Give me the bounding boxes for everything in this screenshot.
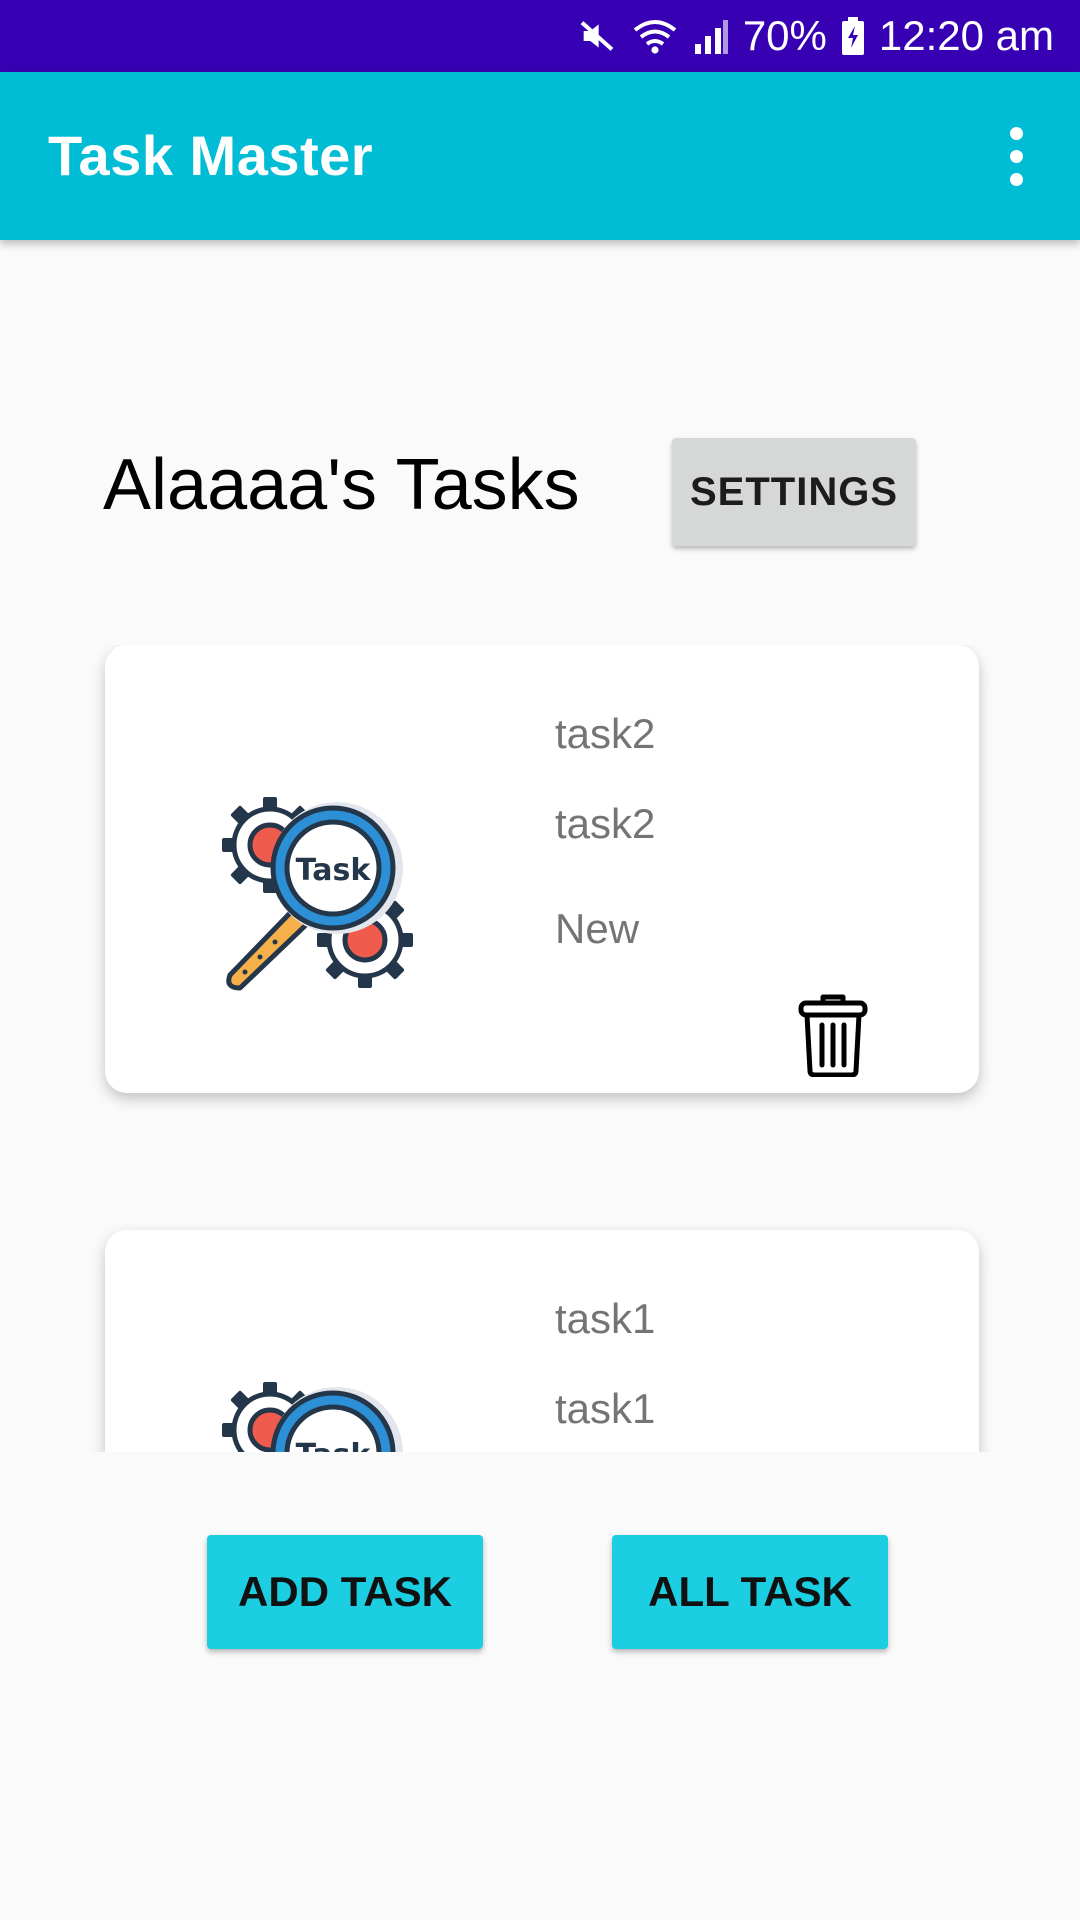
- settings-button[interactable]: SETTINGS: [672, 438, 916, 546]
- all-task-button[interactable]: ALL TASK: [612, 1535, 888, 1649]
- overflow-menu-icon[interactable]: [976, 116, 1056, 196]
- battery-charging-icon: [841, 16, 865, 56]
- wifi-icon: [631, 16, 679, 56]
- task-body: task1: [555, 1385, 656, 1432]
- task-card[interactable]: Task task1 task1: [105, 1230, 979, 1452]
- status-bar: 70% 12:20 am: [0, 0, 1080, 72]
- task-search-gears-icon: Task: [222, 1382, 403, 1452]
- delete-trash-icon[interactable]: [795, 993, 871, 1077]
- app-title: Task Master: [48, 124, 374, 187]
- task-title: task2: [555, 710, 656, 757]
- battery-percent: 70%: [742, 12, 827, 59]
- task-image-label: Task: [296, 853, 372, 888]
- task-search-gears-icon: Task: [222, 797, 413, 991]
- task-list[interactable]: Task task2 task2 New Task task1 task1: [0, 645, 1080, 1452]
- task-title: task1: [555, 1295, 656, 1342]
- task-state: New: [555, 905, 640, 952]
- clock: 12:20 am: [878, 12, 1054, 59]
- page-title: Alaaaa's Tasks: [103, 445, 580, 525]
- app-bar: Task Master: [0, 72, 1080, 240]
- signal-icon: [693, 16, 729, 56]
- task-body: task2: [555, 800, 656, 847]
- add-task-button[interactable]: ADD TASK: [207, 1535, 483, 1649]
- task-card[interactable]: Task task2 task2 New: [105, 645, 979, 1093]
- task-image-label: Task: [296, 1438, 372, 1452]
- mute-icon: [577, 16, 617, 56]
